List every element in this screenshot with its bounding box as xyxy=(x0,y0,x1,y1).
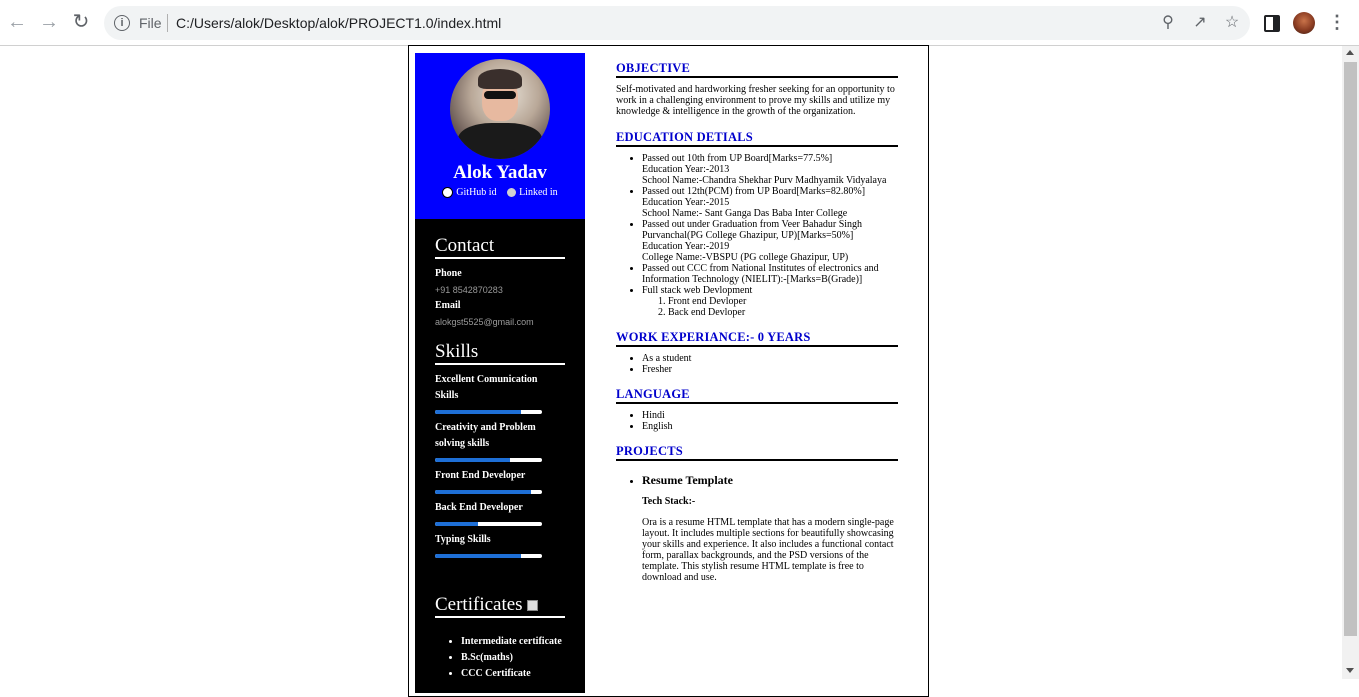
side-panel-icon[interactable] xyxy=(1264,15,1280,32)
projects-heading: PROJECTS xyxy=(616,443,898,461)
list-item: English xyxy=(642,421,898,432)
education-heading: EDUCATION DETIALS xyxy=(616,129,898,147)
resume-container: Alok Yadav GitHub id Linked in Contact P… xyxy=(408,45,929,697)
url-text[interactable]: C:/Users/alok/Desktop/alok/PROJECT1.0/in… xyxy=(176,15,501,31)
skill-label: Back End Developer xyxy=(435,502,523,513)
kebab-menu-icon[interactable]: ⋮ xyxy=(1328,11,1346,33)
skill-label: Excellent Comunication Skills xyxy=(435,374,538,401)
project-name: Resume Template xyxy=(642,473,733,487)
list-item: B.Sc(maths) xyxy=(461,650,562,666)
skill-bar xyxy=(435,410,542,414)
list-item: Passed out 12th(PCM) from UP Board[Marks… xyxy=(642,186,898,219)
list-item: Passed out CCC from National Institutes … xyxy=(642,263,898,285)
skills-heading: Skills xyxy=(435,341,565,365)
certificates-heading: Certificates xyxy=(435,594,565,618)
forward-arrow-icon[interactable]: → xyxy=(38,11,60,33)
skill-bar xyxy=(435,522,542,526)
profile-name: Alok Yadav xyxy=(453,162,547,183)
list-item: Intermediate certificate xyxy=(461,634,562,650)
resume-main: OBJECTIVE Self-motivated and hardworking… xyxy=(616,60,898,594)
objective-heading: OBJECTIVE xyxy=(616,60,898,78)
list-item: Passed out 10th from UP Board[Marks=77.5… xyxy=(642,153,898,186)
phone-value: +91 8542870283 xyxy=(435,285,503,295)
list-item: Back end Devloper xyxy=(668,307,898,318)
back-arrow-icon[interactable]: ← xyxy=(6,11,28,33)
address-separator xyxy=(167,14,168,32)
page-scrollbar[interactable] xyxy=(1342,46,1359,679)
linkedin-link[interactable]: Linked in xyxy=(499,187,558,198)
profile-links: GitHub id Linked in xyxy=(415,187,585,199)
resume-sidebar: Alok Yadav GitHub id Linked in Contact P… xyxy=(415,53,585,693)
email-label: Email xyxy=(435,300,461,311)
language-heading: LANGUAGE xyxy=(616,386,898,404)
linkedin-icon xyxy=(507,188,517,198)
list-item: Fresher xyxy=(642,364,898,375)
tech-stack-label: Tech Stack:- xyxy=(642,496,696,507)
certificates-list: Intermediate certificate B.Sc(maths) CCC… xyxy=(435,634,562,682)
work-list: As a student Fresher xyxy=(616,353,898,375)
profile-avatar-icon[interactable] xyxy=(1293,12,1315,34)
projects-list: Resume Template Tech Stack:- Ora is a re… xyxy=(616,473,898,583)
address-bar[interactable]: i File C:/Users/alok/Desktop/alok/PROJEC… xyxy=(104,6,1250,40)
profile-photo xyxy=(450,59,550,159)
education-list: Passed out 10th from UP Board[Marks=77.5… xyxy=(616,153,898,318)
scroll-down-arrow-icon[interactable] xyxy=(1346,668,1354,673)
skill-label: Typing Skills xyxy=(435,534,491,545)
profile-header: Alok Yadav GitHub id Linked in xyxy=(415,53,585,219)
scroll-thumb[interactable] xyxy=(1344,62,1357,636)
email-value: alokgst5525@gmail.com xyxy=(435,317,534,327)
info-icon[interactable]: i xyxy=(114,15,130,31)
list-item: CCC Certificate xyxy=(461,666,562,682)
share-icon[interactable]: ↗ xyxy=(1190,13,1210,33)
skill-label: Creativity and Problem solving skills xyxy=(435,422,536,449)
fullstack-sublist: Front end Devloper Back end Devloper xyxy=(642,296,898,318)
reload-icon[interactable]: ↻ xyxy=(70,11,92,33)
objective-text: Self-motivated and hardworking fresher s… xyxy=(616,84,895,117)
zoom-icon[interactable]: ⚲ xyxy=(1158,13,1178,33)
list-item: Resume Template Tech Stack:- Ora is a re… xyxy=(642,473,898,583)
list-item: Hindi xyxy=(642,410,898,421)
skill-label: Front End Developer xyxy=(435,470,526,481)
browser-toolbar: ← → ↻ i File C:/Users/alok/Desktop/alok/… xyxy=(0,0,1359,46)
skill-bar xyxy=(435,458,542,462)
work-heading: WORK EXPERIANCE:- 0 YEARS xyxy=(616,329,898,347)
list-item: As a student xyxy=(642,353,898,364)
language-list: Hindi English xyxy=(616,410,898,432)
project-description: Ora is a resume HTML template that has a… xyxy=(642,517,894,583)
contact-heading: Contact xyxy=(435,235,565,259)
file-scheme-label: File xyxy=(139,15,162,31)
github-link[interactable]: GitHub id xyxy=(442,187,497,199)
github-icon xyxy=(442,187,454,199)
scroll-up-arrow-icon[interactable] xyxy=(1346,50,1354,55)
phone-label: Phone xyxy=(435,268,462,279)
list-item: Full stack web Devlopment Front end Devl… xyxy=(642,285,898,318)
skill-bar xyxy=(435,554,542,558)
certificate-icon xyxy=(526,600,538,612)
list-item: Passed out under Graduation from Veer Ba… xyxy=(642,219,898,263)
list-item: Front end Devloper xyxy=(668,296,898,307)
skill-bar xyxy=(435,490,542,494)
bookmark-star-icon[interactable]: ☆ xyxy=(1222,13,1242,33)
